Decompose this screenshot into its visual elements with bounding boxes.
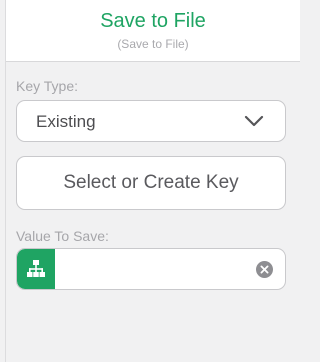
value-to-save-label: Value To Save: xyxy=(16,228,109,244)
select-or-create-key-label: Select or Create Key xyxy=(63,172,239,193)
key-type-value: Existing xyxy=(36,112,96,131)
hierarchy-icon xyxy=(27,260,45,277)
page-title: Save to File xyxy=(100,10,206,32)
key-type-select[interactable]: Existing xyxy=(16,100,286,142)
clear-icon[interactable] xyxy=(256,261,273,278)
key-type-label: Key Type: xyxy=(16,78,79,94)
select-or-create-key-button[interactable]: Select or Create Key xyxy=(16,156,286,210)
value-source-button[interactable] xyxy=(17,249,55,289)
value-to-save-field[interactable] xyxy=(16,248,286,290)
header: Save to File (Save to File) xyxy=(6,0,300,62)
chevron-down-icon xyxy=(244,115,264,127)
page-subtitle: (Save to File) xyxy=(117,37,189,51)
